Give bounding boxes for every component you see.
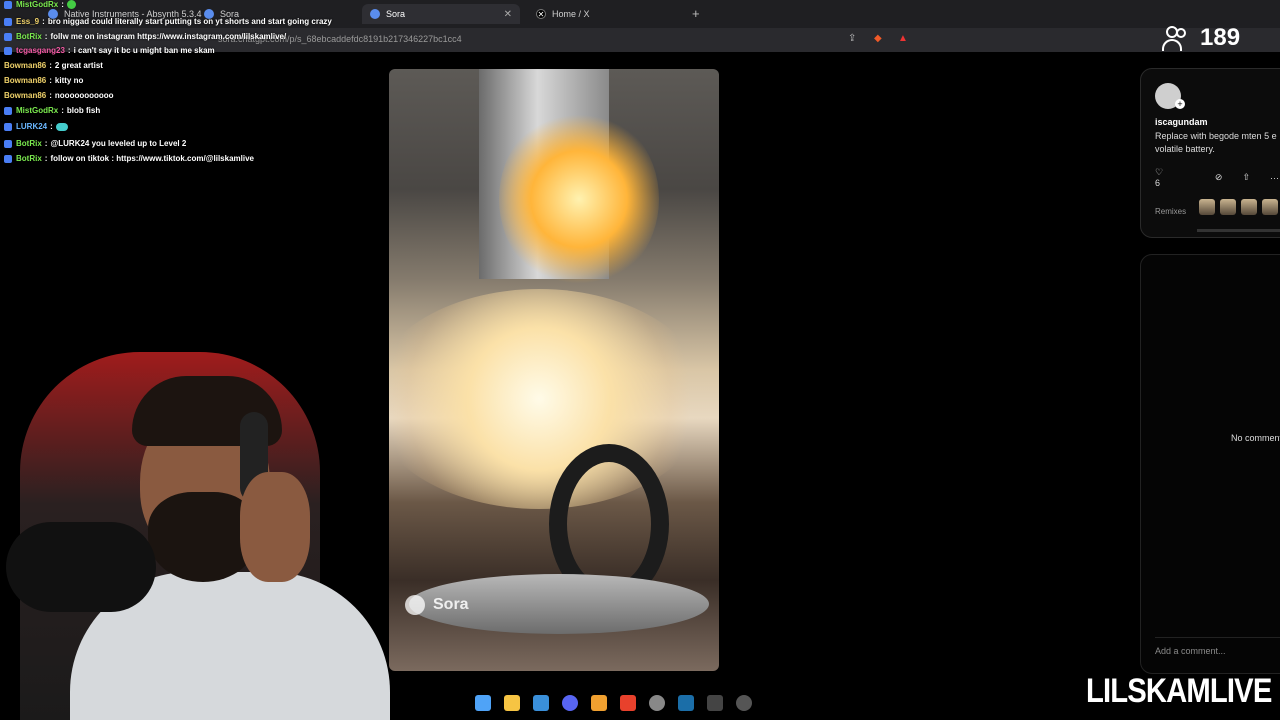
share-icon[interactable]: ⇪ [848, 33, 856, 44]
chat-message: BotRix: follow on tiktok : https://www.ti… [4, 154, 254, 163]
remix-thumbnail[interactable] [1241, 199, 1257, 215]
share-icon[interactable]: ⇧ [1242, 172, 1250, 183]
chat-message: MistGodRx: blob fish [4, 106, 100, 115]
badge-icon [4, 32, 12, 41]
brave-shield-icon[interactable]: ◆ [874, 33, 882, 44]
app-icon[interactable] [707, 695, 723, 711]
tab-home-x[interactable]: ✕ Home / X [528, 4, 598, 24]
post-username[interactable]: iscagundam [1155, 117, 1208, 127]
store-icon[interactable] [533, 695, 549, 711]
remixes-scrollbar[interactable] [1197, 229, 1280, 232]
viewer-count: 189 [1162, 24, 1240, 52]
discord-icon[interactable] [562, 695, 578, 711]
emote-icon [66, 0, 76, 9]
heart-icon: ♡ [1155, 167, 1164, 177]
more-options-icon[interactable]: ··· [1270, 173, 1279, 183]
x-logo-icon: ✕ [536, 9, 546, 19]
like-button[interactable]: ♡ 6 [1155, 167, 1195, 188]
chat-message: BotRix: @LURK24 you leveled up to Level 2 [4, 139, 186, 148]
badge-icon [4, 17, 12, 26]
chat-message: Bowman86:2 great artist [4, 61, 103, 70]
steam-icon[interactable] [678, 695, 694, 711]
sora-favicon-icon [370, 9, 380, 19]
no-comments-text: No comment [1231, 433, 1280, 443]
post-details-panel: + iscagundam Replace with begode mten 5 … [1140, 68, 1280, 238]
follow-plus-icon[interactable]: + [1175, 99, 1185, 109]
copilot-icon[interactable] [475, 695, 491, 711]
rewards-icon[interactable]: ▲ [898, 33, 908, 44]
taskbar [475, 692, 765, 714]
post-description: Replace with begode mten 5 e volatile ba… [1155, 131, 1277, 154]
streamer-webcam [0, 352, 480, 720]
chat-message: Ess_9: bro niggad could literally start p… [4, 17, 332, 26]
badge-icon [4, 122, 12, 131]
viewers-icon [1162, 24, 1192, 52]
remix-icon[interactable]: ⊘ [1215, 172, 1223, 183]
chat-message: LURK24: [4, 122, 68, 131]
remix-thumbnail[interactable] [1262, 199, 1278, 215]
viewer-count-number: 189 [1200, 24, 1241, 51]
remix-thumbnail[interactable] [1199, 199, 1215, 215]
badge-icon [4, 139, 12, 148]
chat-message: BotRix: follw me on instagram https://www… [4, 32, 286, 41]
badge-icon [4, 154, 12, 163]
app-4k-icon[interactable] [736, 695, 752, 711]
obs-icon[interactable] [649, 695, 665, 711]
close-tab-icon[interactable]: ✕ [504, 9, 512, 20]
post-actions: ♡ 6 ⊘ ⇧ ··· [1155, 167, 1280, 188]
streamer-brand: LILSKAMLIVE [1086, 672, 1272, 710]
chat-message: MistGodRx: [4, 0, 76, 9]
remixes-label: Remixes [1155, 207, 1187, 216]
remix-thumbnail[interactable] [1220, 199, 1236, 215]
badge-icon [4, 106, 12, 115]
file-explorer-icon[interactable] [504, 695, 520, 711]
chat-message: tcgasgang23: i can't say it bc u might ba… [4, 46, 215, 55]
badge-icon [4, 0, 12, 9]
badge-icon [4, 46, 12, 55]
microphone [6, 522, 156, 612]
tab-sora-active[interactable]: Sora ✕ [362, 4, 520, 24]
app-icon[interactable] [591, 695, 607, 711]
emote-icon [55, 122, 68, 131]
comments-panel: No comment Add a comment... [1140, 254, 1280, 674]
brave-browser-icon[interactable] [620, 695, 636, 711]
chat-message: Bowman86: nooooooooooo [4, 91, 114, 100]
comment-input[interactable]: Add a comment... [1155, 637, 1280, 661]
new-tab-button[interactable]: + [692, 6, 700, 21]
chat-message: Bowman86: kitty no [4, 76, 84, 85]
